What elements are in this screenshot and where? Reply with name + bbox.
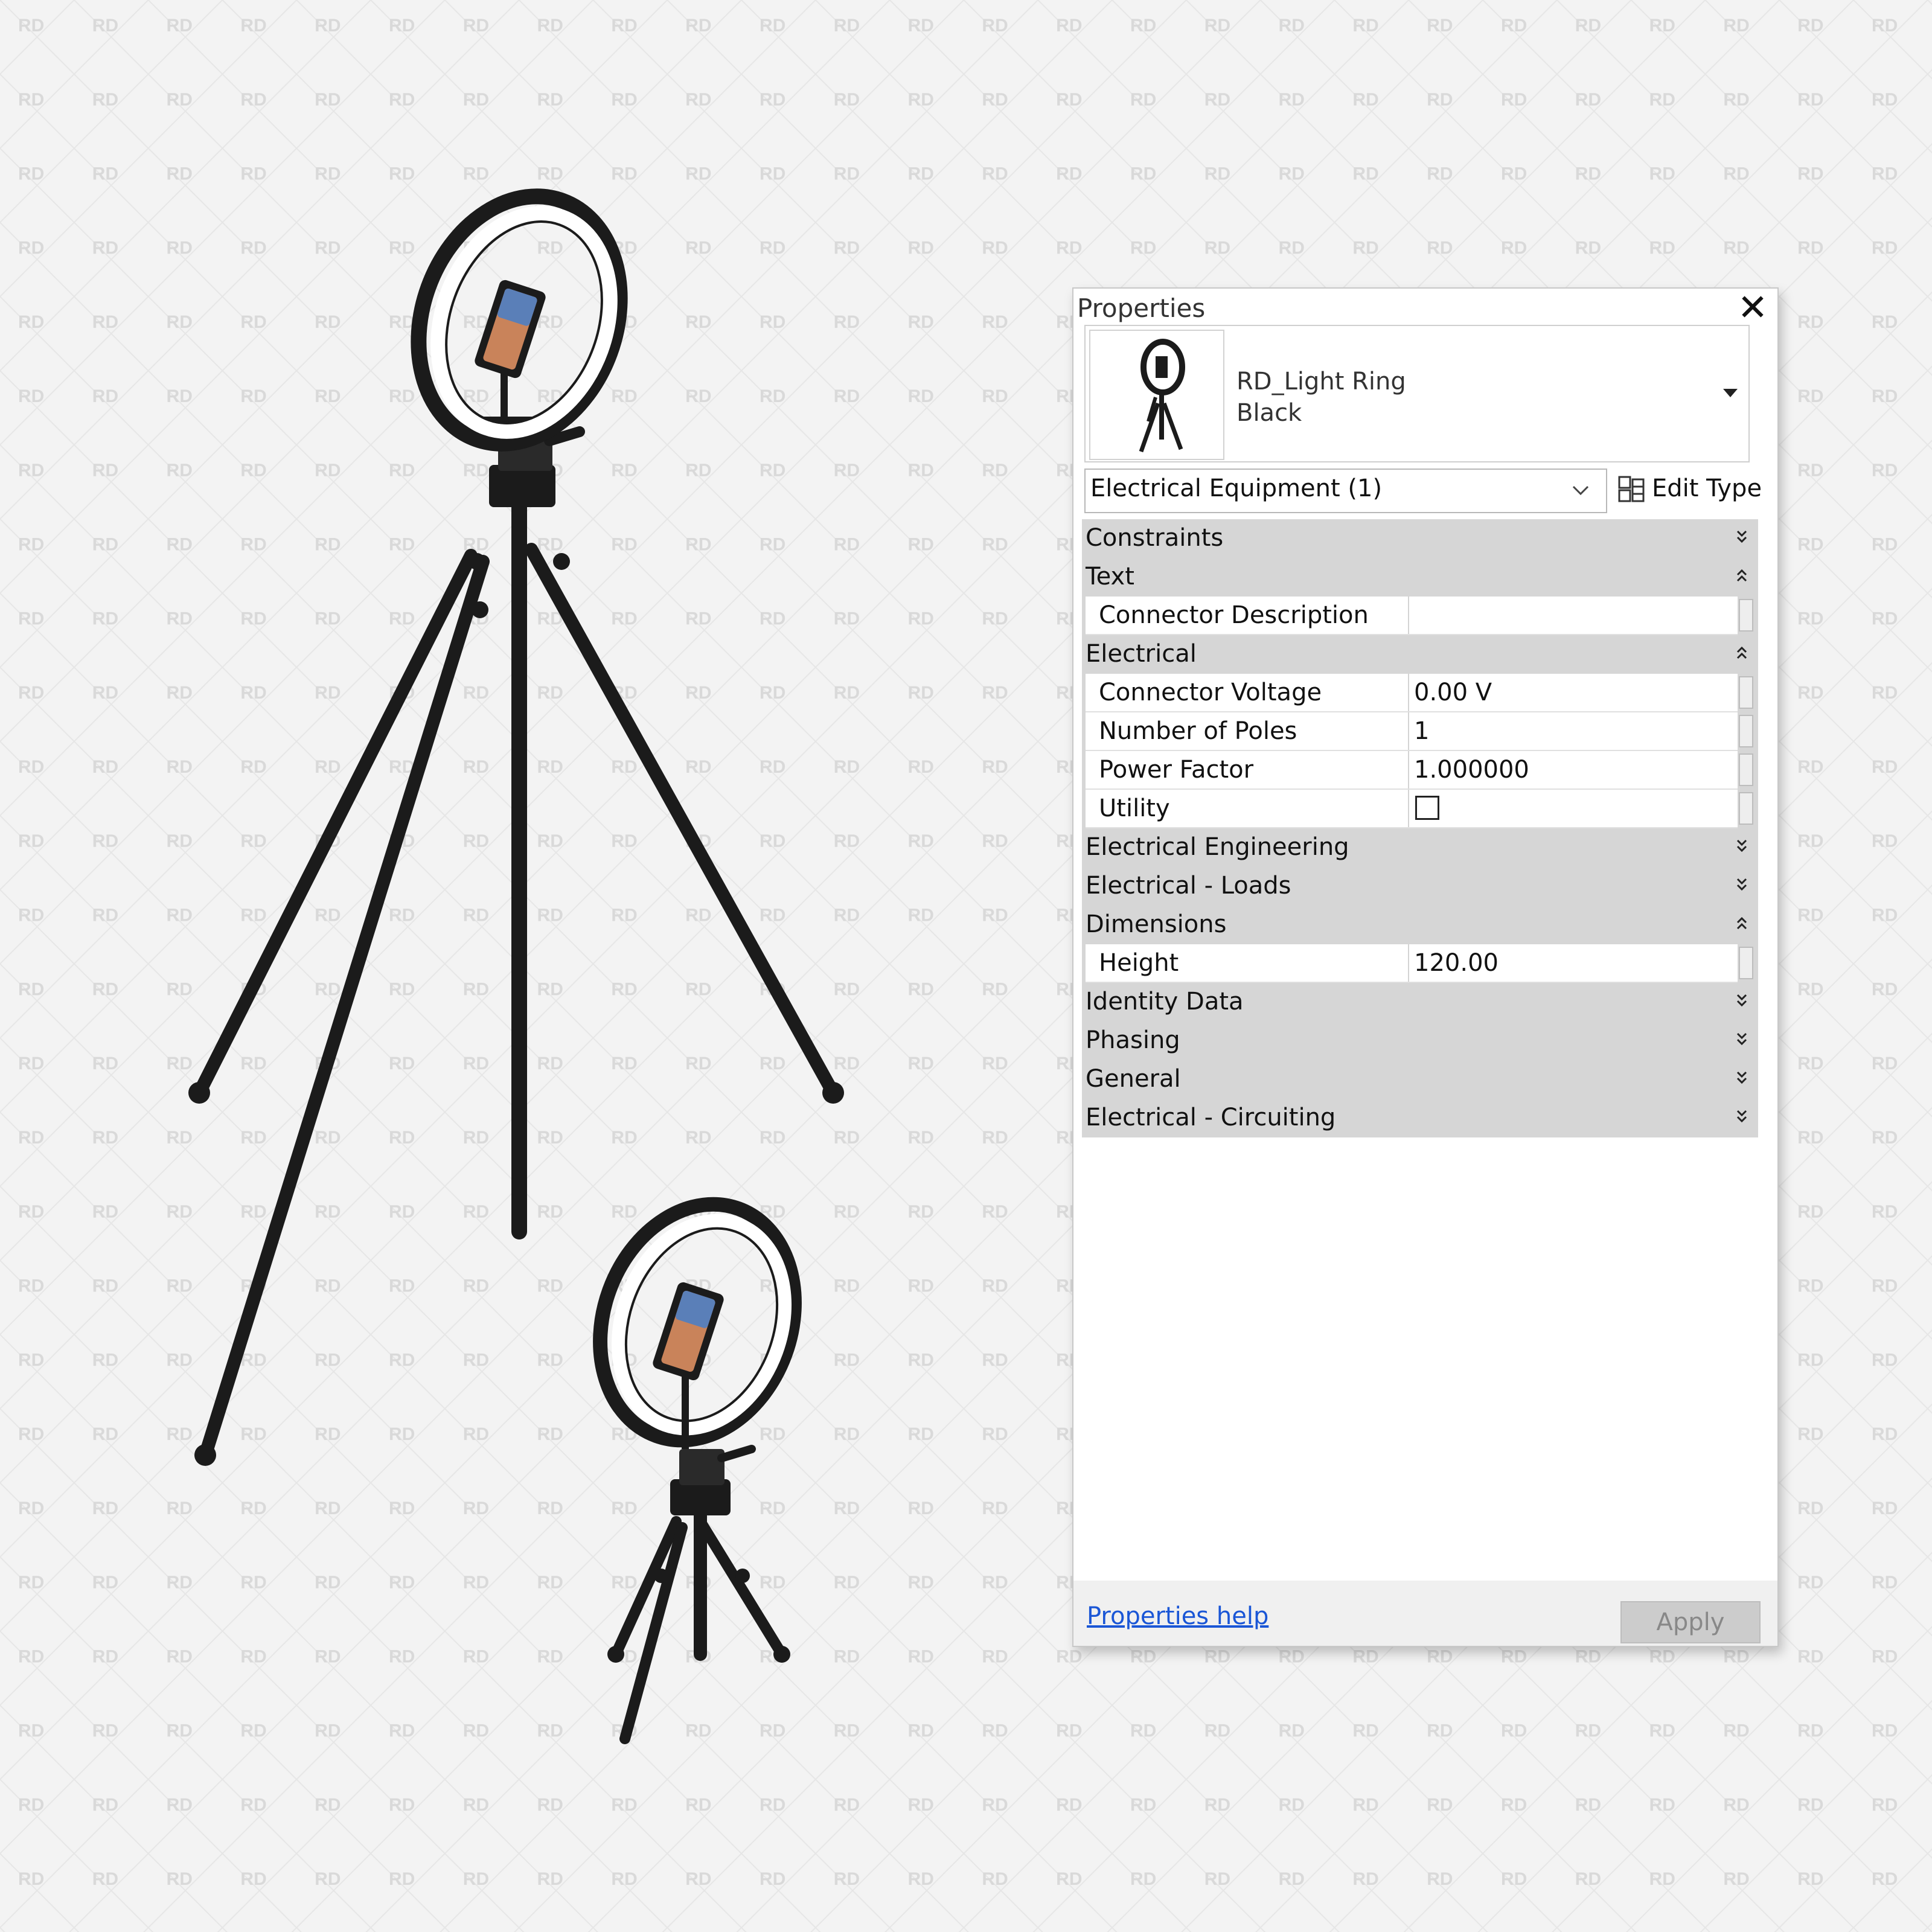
expand-icon[interactable] (1732, 1066, 1752, 1090)
param-value: 0.00 V (1414, 679, 1492, 706)
tripod-leg-left (193, 549, 478, 1099)
group-label: Electrical - Loads (1086, 872, 1291, 900)
param-value: 120.00 (1414, 949, 1499, 977)
type-dropdown-arrow-icon[interactable] (1723, 389, 1738, 397)
group-label: Constraints (1086, 524, 1224, 552)
group-general[interactable]: General (1082, 1060, 1758, 1099)
type-selector[interactable]: RD_Light Ring Black (1084, 325, 1750, 462)
expand-icon[interactable] (1732, 1028, 1752, 1052)
row-scrollbar[interactable] (1739, 676, 1753, 709)
param-name: Connector Voltage (1099, 679, 1322, 706)
group-label: Electrical Engineering (1086, 833, 1349, 861)
row-scrollbar[interactable] (1739, 947, 1753, 979)
tripod-leg-right (525, 543, 840, 1099)
param-name: Utility (1099, 795, 1170, 822)
category-filter-dropdown[interactable]: Electrical Equipment (1) (1084, 469, 1607, 513)
edit-type-button[interactable]: Edit Type (1614, 470, 1764, 510)
group-label: General (1086, 1065, 1181, 1093)
properties-panel: Properties RD_Light Ring Black Electrica… (1072, 287, 1779, 1647)
param-value: 1 (1414, 717, 1430, 745)
group-constraints[interactable]: Constraints (1082, 519, 1758, 558)
utility-checkbox[interactable] (1415, 796, 1439, 820)
param-row-connector-description: Connector Description (1082, 597, 1758, 635)
panel-footer: Properties help Apply (1073, 1581, 1777, 1646)
group-electrical[interactable]: Electrical (1082, 635, 1758, 674)
group-text[interactable]: Text (1082, 558, 1758, 597)
number-of-poles-field[interactable]: 1 (1408, 712, 1739, 750)
properties-grid: Constraints Text Connector Description E… (1082, 519, 1758, 1137)
type-family-name: RD_Light Ring (1236, 368, 1406, 395)
row-scrollbar[interactable] (1739, 599, 1753, 632)
group-electrical-circuiting[interactable]: Electrical - Circuiting (1082, 1099, 1758, 1137)
mini-tripod-leg-right (695, 1516, 787, 1660)
collapse-icon[interactable] (1732, 641, 1752, 665)
expand-icon[interactable] (1732, 525, 1752, 549)
collapse-icon[interactable] (1732, 564, 1752, 588)
group-label: Electrical (1086, 640, 1197, 668)
row-scrollbar[interactable] (1739, 792, 1753, 825)
group-label: Electrical - Circuiting (1086, 1104, 1336, 1131)
param-name: Height (1099, 949, 1179, 977)
chevron-down-icon (1572, 485, 1589, 496)
expand-icon[interactable] (1732, 1105, 1752, 1129)
param-row-power-factor: Power Factor 1.000000 (1082, 751, 1758, 790)
height-field[interactable]: 120.00 (1408, 944, 1739, 982)
edit-type-label: Edit Type (1652, 475, 1762, 502)
properties-help-link[interactable]: Properties help (1087, 1602, 1268, 1630)
type-name: Black (1236, 399, 1302, 427)
group-label: Dimensions (1086, 910, 1227, 938)
param-value: 1.000000 (1414, 756, 1529, 784)
group-dimensions[interactable]: Dimensions (1082, 906, 1758, 944)
param-row-utility: Utility (1082, 790, 1758, 828)
power-factor-field[interactable]: 1.000000 (1408, 751, 1739, 788)
utility-cell (1408, 790, 1739, 827)
close-button[interactable] (1735, 290, 1769, 324)
connector-description-field[interactable] (1408, 597, 1739, 634)
group-label: Phasing (1086, 1026, 1180, 1054)
group-identity-data[interactable]: Identity Data (1082, 983, 1758, 1022)
group-label: Text (1086, 563, 1134, 590)
param-name: Connector Description (1099, 601, 1369, 629)
expand-icon[interactable] (1732, 834, 1752, 859)
param-name: Number of Poles (1099, 717, 1297, 745)
type-thumbnail (1089, 330, 1224, 460)
ring-light-tabletop-drawing (593, 1197, 802, 1744)
group-electrical-loads[interactable]: Electrical - Loads (1082, 867, 1758, 906)
param-name: Power Factor (1099, 756, 1254, 784)
edit-type-icon (1618, 476, 1645, 502)
connector-voltage-field[interactable]: 0.00 V (1408, 674, 1739, 711)
row-scrollbar[interactable] (1739, 753, 1753, 786)
param-row-connector-voltage: Connector Voltage 0.00 V (1082, 674, 1758, 712)
param-row-height: Height 120.00 (1082, 944, 1758, 983)
category-filter-value: Electrical Equipment (1) (1090, 475, 1383, 502)
expand-icon[interactable] (1732, 989, 1752, 1013)
expand-icon[interactable] (1732, 873, 1752, 897)
collapse-icon[interactable] (1732, 912, 1752, 936)
row-scrollbar[interactable] (1739, 715, 1753, 747)
param-row-number-of-poles: Number of Poles 1 (1082, 712, 1758, 751)
group-electrical-engineering[interactable]: Electrical Engineering (1082, 828, 1758, 867)
group-phasing[interactable]: Phasing (1082, 1022, 1758, 1060)
group-label: Identity Data (1086, 988, 1244, 1016)
panel-title: Properties (1077, 293, 1206, 323)
apply-button[interactable]: Apply (1620, 1601, 1761, 1643)
